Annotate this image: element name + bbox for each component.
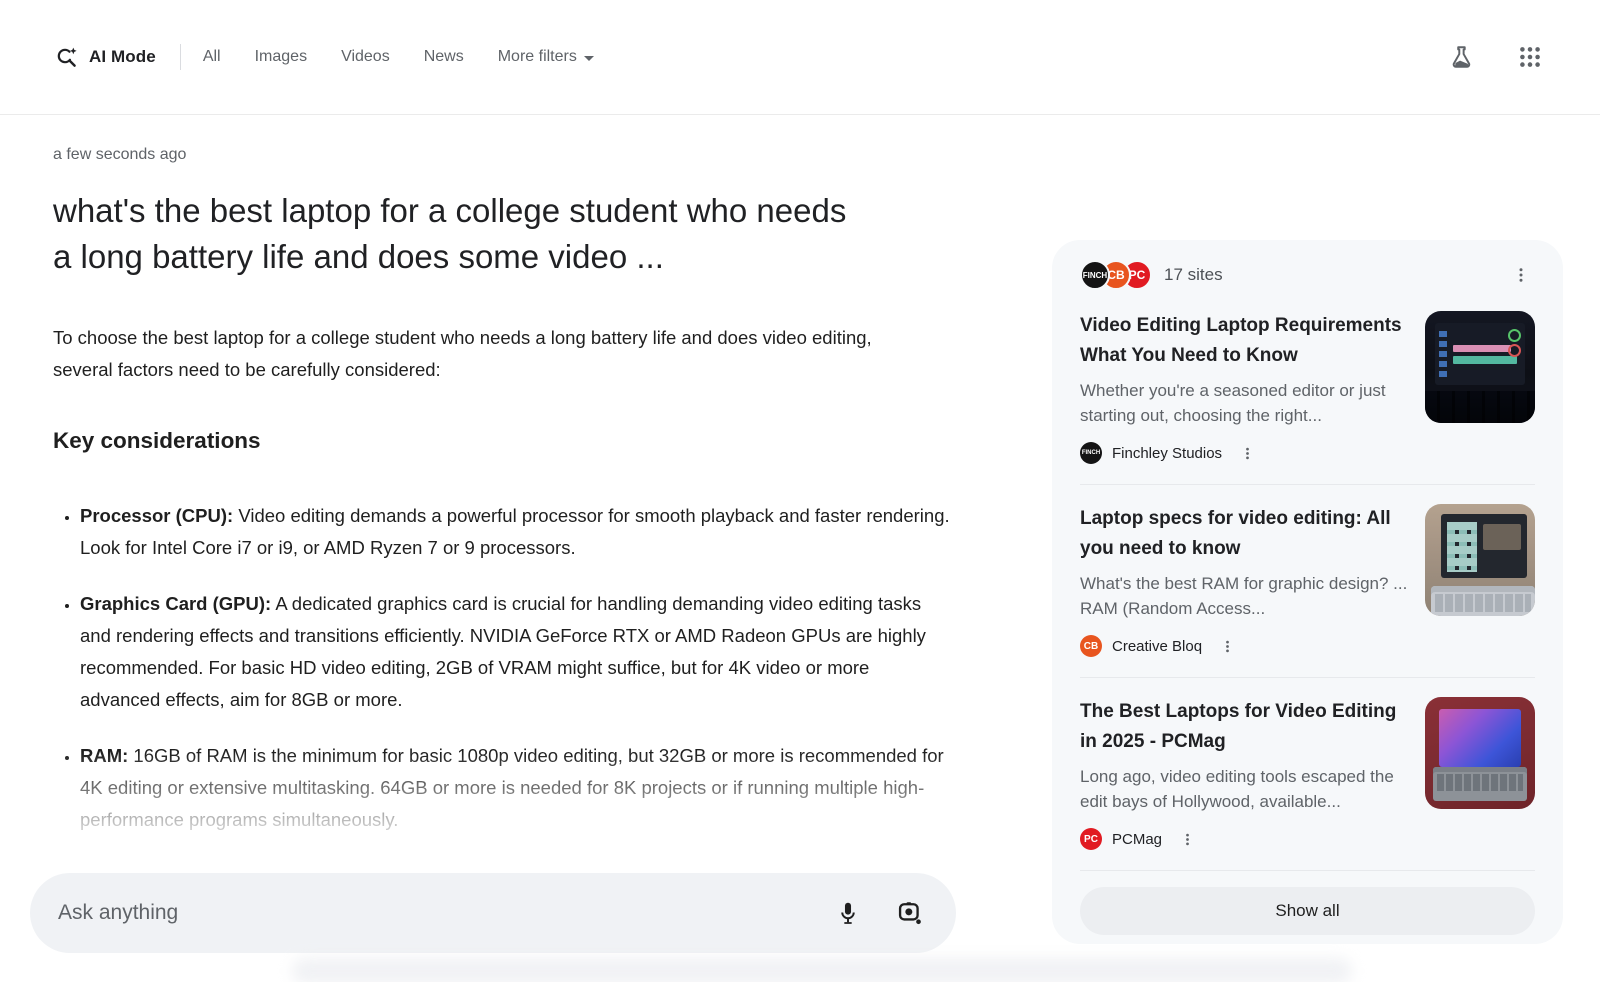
nav-right-group xyxy=(1448,43,1544,71)
bullet-label: RAM: xyxy=(80,745,128,766)
card-overflow-menu-icon[interactable] xyxy=(1240,446,1255,461)
article-title[interactable]: The Best Laptops for Video Editing in 20… xyxy=(1080,697,1409,757)
answer-timestamp: a few seconds ago xyxy=(53,146,983,164)
article-description: Whether you're a seasoned editor or just… xyxy=(1080,378,1409,428)
answer-column: a few seconds ago what's the best laptop… xyxy=(53,114,983,860)
sites-count: 17 sites xyxy=(1164,265,1223,285)
query-title: what's the best laptop for a college stu… xyxy=(53,188,873,280)
source-row: CB Creative Bloq xyxy=(1080,635,1535,657)
more-filters-menu[interactable]: More filters xyxy=(498,48,594,66)
key-considerations-list: Processor (CPU): Video editing demands a… xyxy=(53,500,952,836)
show-all-button[interactable]: Show all xyxy=(1080,887,1535,935)
ask-anything-input[interactable] xyxy=(56,900,834,926)
article-description: Long ago, video editing tools escaped th… xyxy=(1080,764,1409,814)
article-thumbnail[interactable] xyxy=(1425,504,1535,616)
card-text: The Best Laptops for Video Editing in 20… xyxy=(1080,697,1425,814)
favicon-finchley: FINCH xyxy=(1080,260,1110,290)
ask-anything-bar xyxy=(30,873,956,953)
sources-panel-header: FINCH CB PC 17 sites xyxy=(1080,258,1535,292)
tab-videos[interactable]: Videos xyxy=(341,48,390,66)
nav-left-group: AI Mode All Images Videos News More filt… xyxy=(55,44,594,70)
top-navigation-bar: AI Mode All Images Videos News More filt… xyxy=(0,0,1600,115)
article-title[interactable]: Video Editing Laptop Requirements What Y… xyxy=(1080,311,1409,371)
chevron-down-icon xyxy=(584,56,594,61)
article-description: What's the best RAM for graphic design? … xyxy=(1080,571,1409,621)
google-lens-icon[interactable] xyxy=(896,899,924,927)
source-favicon: PC xyxy=(1080,828,1102,850)
article-thumbnail[interactable] xyxy=(1425,697,1535,809)
tab-ai-mode[interactable]: AI Mode xyxy=(55,45,156,69)
card-row: Laptop specs for video editing: All you … xyxy=(1080,504,1535,621)
source-card: The Best Laptops for Video Editing in 20… xyxy=(1080,678,1535,871)
tab-news[interactable]: News xyxy=(424,48,464,66)
microphone-icon[interactable] xyxy=(834,899,862,927)
source-name[interactable]: PCMag xyxy=(1112,831,1162,848)
list-item-cpu: Processor (CPU): Video editing demands a… xyxy=(80,500,952,564)
sources-panel: FINCH CB PC 17 sites Video Editing Lapto… xyxy=(1052,240,1563,944)
list-item-gpu: Graphics Card (GPU): A dedicated graphic… xyxy=(80,588,952,716)
nav-divider xyxy=(180,44,181,70)
bullet-label: Processor (CPU): xyxy=(80,505,233,526)
source-favicon-stack: FINCH CB PC xyxy=(1080,260,1152,290)
section-heading: Key considerations xyxy=(53,428,983,454)
list-item-ram: RAM: 16GB of RAM is the minimum for basi… xyxy=(80,740,952,836)
google-apps-grid-icon[interactable] xyxy=(1516,43,1544,71)
tab-images[interactable]: Images xyxy=(255,48,307,66)
more-filters-label: More filters xyxy=(498,48,577,66)
article-title[interactable]: Laptop specs for video editing: All you … xyxy=(1080,504,1409,564)
article-thumbnail[interactable] xyxy=(1425,311,1535,423)
nav-links: All Images Videos News More filters xyxy=(203,48,594,66)
source-card: Video Editing Laptop Requirements What Y… xyxy=(1080,292,1535,485)
source-card: Laptop specs for video editing: All you … xyxy=(1080,485,1535,678)
source-name[interactable]: Finchley Studios xyxy=(1112,445,1222,462)
card-overflow-menu-icon[interactable] xyxy=(1220,639,1235,654)
card-row: Video Editing Laptop Requirements What Y… xyxy=(1080,311,1535,428)
source-row: FINCH Finchley Studios xyxy=(1080,442,1535,464)
bottom-scroll-shadow xyxy=(292,958,1352,982)
ask-bar-icons xyxy=(834,899,924,927)
bullet-text: 16GB of RAM is the minimum for basic 108… xyxy=(80,745,944,830)
card-text: Video Editing Laptop Requirements What Y… xyxy=(1080,311,1425,428)
card-row: The Best Laptops for Video Editing in 20… xyxy=(1080,697,1535,814)
answer-intro-paragraph: To choose the best laptop for a college … xyxy=(53,322,903,386)
ai-mode-sparkle-search-icon xyxy=(55,45,79,69)
tab-all[interactable]: All xyxy=(203,48,221,66)
bullet-label: Graphics Card (GPU): xyxy=(80,593,271,614)
labs-flask-icon[interactable] xyxy=(1448,43,1476,71)
ai-mode-label: AI Mode xyxy=(89,47,156,67)
card-overflow-menu-icon[interactable] xyxy=(1180,832,1195,847)
source-favicon: FINCH xyxy=(1080,442,1102,464)
google-ai-mode-page: AI Mode All Images Videos News More filt… xyxy=(0,0,1600,982)
source-row: PC PCMag xyxy=(1080,828,1535,850)
card-text: Laptop specs for video editing: All you … xyxy=(1080,504,1425,621)
panel-overflow-menu-icon[interactable] xyxy=(1507,261,1535,289)
source-favicon: CB xyxy=(1080,635,1102,657)
source-name[interactable]: Creative Bloq xyxy=(1112,638,1202,655)
